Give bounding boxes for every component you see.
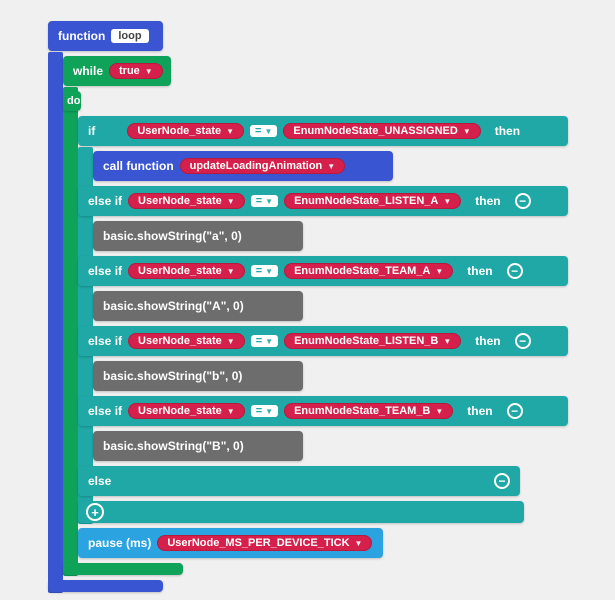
if-var-pill[interactable]: UserNode_state▼ <box>127 123 244 139</box>
elseif1-val-pill[interactable]: EnumNodeState_LISTEN_A▼ <box>284 193 461 209</box>
compare-op-chip[interactable]: =▼ <box>251 335 278 347</box>
elseif3-val-pill[interactable]: EnumNodeState_LISTEN_B▼ <box>284 333 461 349</box>
call-fn-pill[interactable]: updateLoadingAnimation▼ <box>180 158 346 174</box>
show-string-block-b[interactable]: basic.showString("b", 0) <box>93 361 303 391</box>
elseif4-var-pill[interactable]: UserNode_state▼ <box>128 403 245 419</box>
elseif-block-2[interactable]: else if UserNode_state▼ =▼ EnumNodeState… <box>78 256 568 286</box>
while-keyword: while <box>73 64 103 78</box>
compare-op-chip[interactable]: =▼ <box>250 125 277 137</box>
else-block[interactable]: else − <box>78 466 520 496</box>
function-footer <box>48 580 163 592</box>
if-footer-block: + <box>78 501 524 523</box>
elseif3-var-pill[interactable]: UserNode_state▼ <box>128 333 245 349</box>
function-keyword: function <box>58 29 105 43</box>
pause-block[interactable]: pause (ms) UserNode_MS_PER_DEVICE_TICK▼ <box>78 528 383 558</box>
remove-branch-icon[interactable]: − <box>515 193 531 209</box>
remove-branch-icon[interactable]: − <box>507 263 523 279</box>
while-block[interactable]: while true▼ <box>63 56 171 86</box>
elseif-block-4[interactable]: else if UserNode_state▼ =▼ EnumNodeState… <box>78 396 568 426</box>
show-string-block-a[interactable]: basic.showString("a", 0) <box>93 221 303 251</box>
elseif4-val-pill[interactable]: EnumNodeState_TEAM_B▼ <box>284 403 453 419</box>
elseif-block-3[interactable]: else if UserNode_state▼ =▼ EnumNodeState… <box>78 326 568 356</box>
while-footer <box>63 563 183 575</box>
call-function-block[interactable]: call function updateLoadingAnimation▼ <box>93 151 393 181</box>
do-label: do <box>63 91 81 111</box>
remove-branch-icon[interactable]: − <box>494 473 510 489</box>
function-header-block[interactable]: function loop <box>48 21 163 51</box>
elseif2-val-pill[interactable]: EnumNodeState_TEAM_A▼ <box>284 263 453 279</box>
show-string-block-B[interactable]: basic.showString("B", 0) <box>93 431 303 461</box>
if-val-pill[interactable]: EnumNodeState_UNASSIGNED▼ <box>283 123 480 139</box>
elseif2-var-pill[interactable]: UserNode_state▼ <box>128 263 245 279</box>
compare-op-chip[interactable]: =▼ <box>251 195 278 207</box>
while-cond-pill[interactable]: true▼ <box>109 63 163 79</box>
elseif1-var-pill[interactable]: UserNode_state▼ <box>128 193 245 209</box>
chevron-down-icon: ▼ <box>145 67 153 76</box>
compare-op-chip[interactable]: =▼ <box>251 265 278 277</box>
add-branch-icon[interactable]: + <box>86 503 104 521</box>
remove-branch-icon[interactable]: − <box>507 403 523 419</box>
show-string-block-A[interactable]: basic.showString("A", 0) <box>93 291 303 321</box>
remove-branch-icon[interactable]: − <box>515 333 531 349</box>
function-name-chip[interactable]: loop <box>111 29 148 43</box>
compare-op-chip[interactable]: =▼ <box>251 405 278 417</box>
if-block[interactable]: if UserNode_state▼ =▼ EnumNodeState_UNAS… <box>78 116 568 146</box>
elseif-block-1[interactable]: else if UserNode_state▼ =▼ EnumNodeState… <box>78 186 568 216</box>
pause-var-pill[interactable]: UserNode_MS_PER_DEVICE_TICK▼ <box>157 535 372 551</box>
